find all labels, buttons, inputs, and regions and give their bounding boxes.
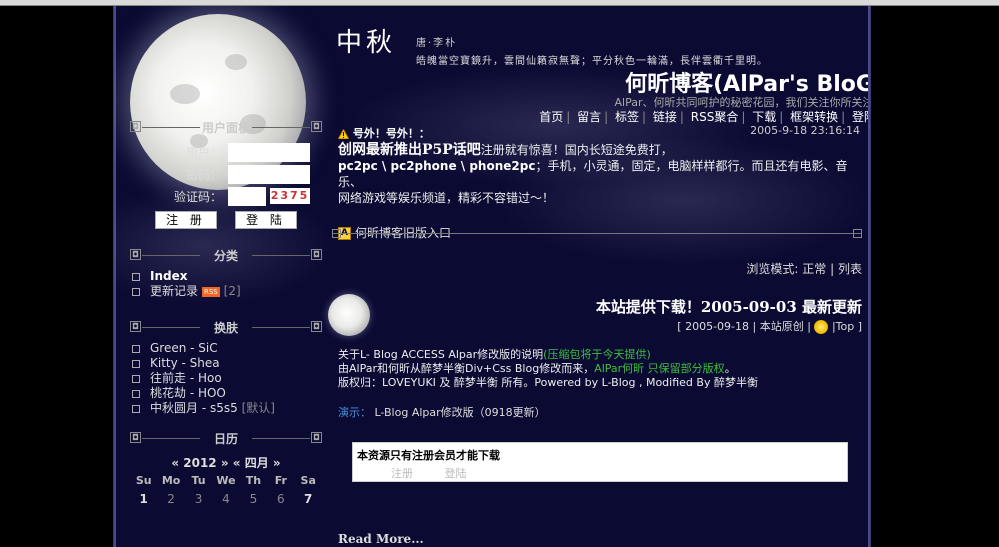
download-box: 本资源只有注册会员才能下载 注册 登陆 bbox=[352, 442, 848, 482]
post-body-line: 由AlPar和何昕从醉梦半衡Div+Css Blog修改而来，AlPar何昕 只… bbox=[338, 362, 736, 375]
notice-line-3: 网络游戏等娱乐频道，精彩不容错过～！ bbox=[338, 191, 555, 205]
calendar-day: 4 bbox=[222, 492, 230, 506]
post-body: 关于L- Blog ACCESS Alpar修改版的说明(压缩包将于今天提供) … bbox=[338, 348, 858, 390]
calendar-title: ◘ 日历 ◘ bbox=[130, 430, 322, 446]
post-title[interactable]: 本站提供下载！2005-09-03 最新更新 bbox=[596, 296, 862, 317]
download-login-link[interactable]: 登陆 bbox=[445, 467, 467, 480]
view-mode: 浏览模式: 正常 | 列表 bbox=[746, 262, 862, 276]
notice-date: 2005-9-18 23:16:14 bbox=[750, 124, 860, 137]
poem-title: 中秋 bbox=[336, 28, 397, 58]
category-list: Index 更新记录 RSS [2] bbox=[132, 269, 322, 299]
skin-item[interactable]: 中秋圆月 - s5s5 [默认] bbox=[132, 401, 322, 416]
password-row: 密码： bbox=[130, 163, 322, 185]
calendar-day: 5 bbox=[249, 492, 258, 506]
calendar-panel: ◘ 日历 ◘ « 2012 » « 四月 » Su Mo Tu We Th Fr… bbox=[130, 430, 322, 508]
skin-item[interactable]: 往前走 - Hoo bbox=[132, 371, 322, 386]
post-date: [ 2005-09-18 bbox=[677, 320, 749, 333]
username-row: 用户： bbox=[130, 141, 322, 163]
post-body-line: 关于L- Blog ACCESS Alpar修改版的说明(压缩包将于今天提供) bbox=[338, 348, 651, 361]
download-register-link[interactable]: 注册 bbox=[391, 467, 413, 480]
demo-row: 演示： L-Blog Alpar修改版（0918更新） bbox=[338, 404, 546, 420]
demo-link[interactable]: L-Blog Alpar修改版（0918更新） bbox=[375, 406, 546, 419]
notice-block: 2005-9-18 23:16:14 号外！号外！： 创网最新推出P5P话吧注册… bbox=[338, 124, 860, 241]
login-button[interactable]: 登 陆 bbox=[235, 211, 297, 229]
nav-home[interactable]: 首页 bbox=[537, 110, 565, 124]
register-button[interactable]: 注 册 bbox=[155, 211, 217, 229]
flower-icon bbox=[814, 320, 829, 334]
captcha-row: 验证码： 2375 bbox=[130, 185, 322, 207]
category-count: [2] bbox=[223, 284, 241, 298]
skin-item[interactable]: 桃花劫 - HOO bbox=[132, 386, 322, 401]
category-title: ◘ 分类 ◘ bbox=[130, 247, 322, 263]
corner-ornament-icon: ◘ bbox=[130, 321, 141, 332]
blog-page: 中秋 唐·李朴 皓魄當空寶鏡升，雲間仙籟寂無聲；平分秋色一輪滿，長伴雲衢千里明。… bbox=[113, 6, 871, 547]
calendar-year-nav[interactable]: « 2012 » bbox=[171, 456, 228, 470]
corner-ornament-icon: ◘ bbox=[311, 121, 322, 132]
rss-icon[interactable]: RSS bbox=[201, 286, 220, 297]
calendar-day: 3 bbox=[194, 492, 203, 506]
login-buttons: 注 册 登 陆 bbox=[130, 211, 322, 229]
download-heading: 本资源只有注册会员才能下载 bbox=[357, 449, 500, 462]
corner-ornament-icon: ◘ bbox=[130, 432, 141, 443]
category-panel: ◘ 分类 ◘ Index 更新记录 RSS [2] bbox=[130, 247, 322, 299]
captcha-label: 验证码： bbox=[173, 189, 222, 204]
username-label: 用户： bbox=[185, 145, 222, 160]
nav-guestbook[interactable]: 留言 bbox=[575, 110, 603, 124]
corner-ornament-icon: ◘ bbox=[311, 432, 322, 443]
view-normal-link[interactable]: 正常 bbox=[802, 262, 826, 276]
password-input[interactable] bbox=[228, 164, 310, 184]
corner-ornament-icon: ◘ bbox=[311, 249, 322, 260]
skin-title: ◘ 换肤 ◘ bbox=[130, 319, 322, 335]
username-input[interactable] bbox=[228, 142, 310, 162]
calendar-day: 6 bbox=[276, 492, 285, 506]
section-divider bbox=[332, 229, 862, 238]
calendar-nav: « 2012 » « 四月 » bbox=[130, 454, 322, 472]
demo-label: 演示： bbox=[338, 406, 371, 419]
nav-links[interactable]: 链接 bbox=[651, 110, 679, 124]
skin-item[interactable]: Kitty - Shea bbox=[132, 356, 322, 371]
calendar-day[interactable]: 1 bbox=[132, 490, 156, 508]
warning-icon bbox=[338, 129, 349, 139]
poem-line: 皓魄當空寶鏡升，雲間仙籟寂無聲；平分秋色一輪滿，長伴雲衢千里明。 bbox=[416, 56, 768, 67]
view-list-link[interactable]: 列表 bbox=[838, 262, 862, 276]
notice-line-2: pc2pc \ pc2phone \ phone2pc；手机，小灵通，固定，电脑… bbox=[338, 159, 848, 189]
default-tag: [默认] bbox=[241, 401, 275, 415]
nav-tags[interactable]: 标签 bbox=[613, 110, 641, 124]
skin-item[interactable]: Green - SiC bbox=[132, 341, 322, 356]
download-links: 注册 登陆 bbox=[353, 463, 847, 481]
read-more-link[interactable]: Read More... bbox=[338, 532, 424, 546]
captcha-input[interactable] bbox=[228, 186, 266, 206]
password-label: 密码： bbox=[185, 167, 222, 182]
corner-ornament-icon: ◘ bbox=[311, 321, 322, 332]
post-body-line: 版权归：LOVEYUKI 及 醉梦半衡 所有。Powered by L-Blog… bbox=[338, 376, 758, 389]
category-item-index[interactable]: Index bbox=[132, 269, 322, 284]
calendar-week: 1 2 3 4 5 6 7 bbox=[130, 490, 322, 508]
post-top-link[interactable]: |Top ] bbox=[832, 320, 862, 333]
login-panel-title: ◘ 用户面板 ◘ bbox=[130, 119, 322, 135]
captcha-image[interactable]: 2375 bbox=[270, 188, 310, 204]
nav-frame-switch[interactable]: 框架转换 bbox=[788, 110, 840, 124]
corner-ornament-icon: ◘ bbox=[130, 249, 141, 260]
notice-promo-title[interactable]: 创网最新推出P5P话吧 bbox=[338, 142, 481, 158]
sidebar: ◘ 用户面板 ◘ 用户： 密码： 验证码： 2375 注 册 登 陆 ◘ 分类 … bbox=[130, 119, 322, 508]
calendar-month-nav[interactable]: « 四月 » bbox=[233, 456, 281, 470]
post-meta: [ 2005-09-18 | 本站原创 | |Top ] bbox=[677, 320, 862, 334]
main-nav: 首页| 留言| 标签| 链接| RSS聚合| 下载| 框架转换| 登陆 bbox=[537, 108, 870, 125]
post-category-link[interactable]: 本站原创 bbox=[760, 320, 804, 333]
login-panel: ◘ 用户面板 ◘ 用户： 密码： 验证码： 2375 注 册 登 陆 bbox=[130, 119, 322, 229]
calendar-day: 2 bbox=[167, 492, 175, 506]
category-item-updates[interactable]: 更新记录 RSS [2] bbox=[132, 284, 322, 299]
skin-list: Green - SiC Kitty - Shea 往前走 - Hoo 桃花劫 -… bbox=[132, 341, 322, 416]
poem-author: 唐·李朴 bbox=[416, 38, 458, 49]
nav-rss[interactable]: RSS聚合 bbox=[689, 110, 741, 124]
nav-login[interactable]: 登陆 bbox=[850, 110, 870, 124]
skin-panel: ◘ 换肤 ◘ Green - SiC Kitty - Shea 往前走 - Ho… bbox=[130, 319, 322, 416]
post-moon-icon bbox=[328, 294, 370, 336]
corner-ornament-icon: ◘ bbox=[130, 121, 141, 132]
notice-line-1: 创网最新推出P5P话吧注册就有惊喜！国内长短途免费打， bbox=[338, 142, 673, 158]
calendar-day[interactable]: 7 bbox=[296, 490, 320, 508]
nav-download[interactable]: 下载 bbox=[750, 110, 778, 124]
calendar-weekdays: Su Mo Tu We Th Fr Sa bbox=[135, 474, 316, 487]
